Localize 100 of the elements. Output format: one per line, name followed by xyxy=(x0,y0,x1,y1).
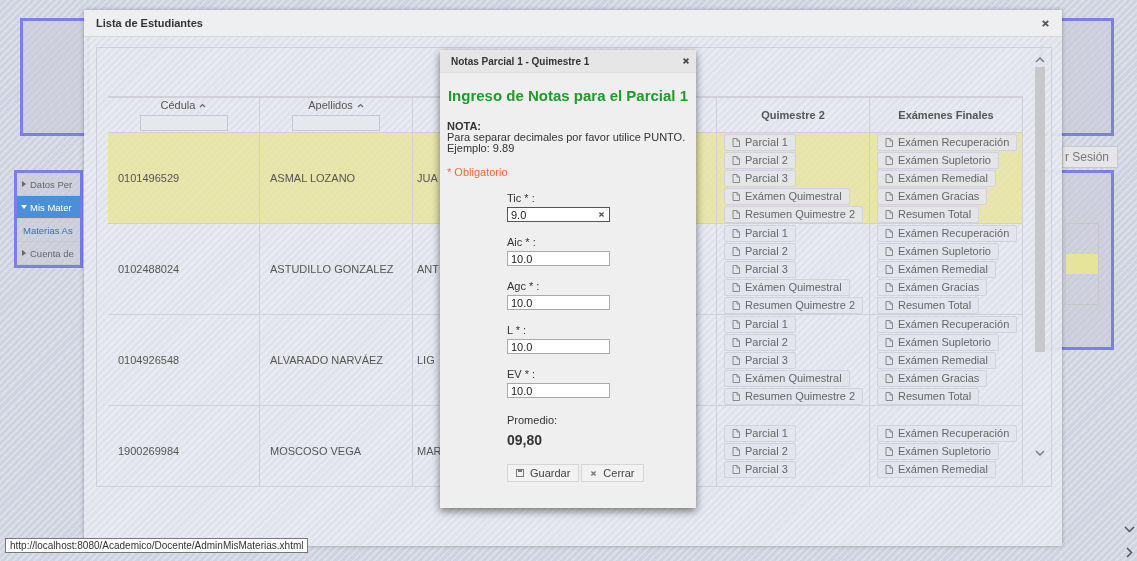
column-header: Exámenes Finales xyxy=(898,109,994,121)
document-icon xyxy=(732,173,740,183)
table-cell: 0101496529 xyxy=(118,172,180,184)
document-icon xyxy=(885,282,893,292)
grade-link-button[interactable]: Parcial 2 xyxy=(724,242,796,260)
grade-link-button[interactable]: Exámen Remedial xyxy=(877,460,996,478)
grade-link-button[interactable]: Exámen Recuperación xyxy=(877,224,1018,242)
sort-icon[interactable] xyxy=(199,102,207,108)
table-cell: ALVARADO NARVÁEZ xyxy=(270,354,384,366)
sort-icon[interactable] xyxy=(356,102,364,108)
sidebar-item[interactable]: Cuenta de xyxy=(17,242,80,265)
grade-link-button[interactable]: Resumen Quimestre 2 xyxy=(724,387,864,405)
grade-link-button[interactable]: Parcial 1 xyxy=(724,224,796,242)
grade-link-button[interactable]: Exámen Supletorio xyxy=(877,242,999,260)
scrollbar-thumb[interactable] xyxy=(1035,67,1045,352)
highlighted-row xyxy=(1066,254,1098,274)
document-icon xyxy=(732,428,740,438)
document-icon xyxy=(885,319,893,329)
logout-button[interactable]: r Sesión xyxy=(1062,146,1119,168)
grade-link-button[interactable]: Exámen Supletorio xyxy=(877,151,999,169)
document-icon xyxy=(885,264,893,274)
grade-link-button[interactable]: Resumen Total xyxy=(877,387,980,405)
table-cell: JUA xyxy=(417,172,438,184)
document-icon xyxy=(732,246,740,256)
grade-link-button[interactable]: Parcial 3 xyxy=(724,460,796,478)
grade-link-button[interactable]: Exámen Quimestral xyxy=(724,187,850,205)
document-icon xyxy=(885,464,893,474)
grade-link-button[interactable]: Exámen Gracias xyxy=(877,278,988,296)
grade-link-button[interactable]: Exámen Remedial xyxy=(877,351,996,369)
document-icon xyxy=(885,373,893,383)
column-header[interactable]: Cédula xyxy=(160,99,207,111)
document-icon xyxy=(732,228,740,238)
grade-link-button[interactable]: Parcial 2 xyxy=(724,151,796,169)
grade-link-button[interactable]: Resumen Quimestre 2 xyxy=(724,296,864,314)
grade-link-button[interactable]: Exámen Supletorio xyxy=(877,333,999,351)
close-button[interactable]: Cerrar xyxy=(581,464,644,482)
document-icon xyxy=(885,137,893,147)
grade-link-button[interactable]: Resumen Quimestre 2 xyxy=(724,205,864,223)
field-label: EV * : xyxy=(507,368,537,380)
scroll-down-icon[interactable] xyxy=(1035,450,1045,457)
filter-field[interactable] xyxy=(292,115,380,131)
grade-link-button[interactable]: Exámen Quimestral xyxy=(724,369,850,387)
grade-input-field[interactable]: 10.0 xyxy=(507,295,610,310)
document-icon xyxy=(885,155,893,165)
grade-link-button[interactable]: Parcial 1 xyxy=(724,424,796,442)
document-icon xyxy=(732,191,740,201)
grade-link-button[interactable]: Parcial 1 xyxy=(724,133,796,151)
grade-link-button[interactable]: Exámen Recuperación xyxy=(877,133,1018,151)
grade-link-button[interactable]: Resumen Total xyxy=(877,296,980,314)
scroll-right-icon[interactable] xyxy=(1126,547,1133,558)
document-icon xyxy=(885,355,893,365)
grade-link-button[interactable]: Exámen Quimestral xyxy=(724,278,850,296)
sidebar-subitem[interactable]: Materias As xyxy=(17,219,80,242)
clear-icon[interactable] xyxy=(598,211,605,218)
grade-link-button[interactable]: Exámen Remedial xyxy=(877,260,996,278)
average-label: Promedio: xyxy=(507,414,559,426)
document-icon xyxy=(732,391,740,401)
note-text: Para separar decimales por favor utilice PUNTO. Ejemplo: 9.89 xyxy=(447,132,687,154)
document-icon xyxy=(885,173,893,183)
grade-link-button[interactable]: Parcial 3 xyxy=(724,351,796,369)
average-value: 09,80 xyxy=(507,432,544,448)
grade-link-button[interactable]: Parcial 2 xyxy=(724,442,796,460)
status-url-tooltip: http://localhost:8080/Academico/Docente/AdminMisMaterias.xhtml xyxy=(5,538,309,553)
table-cell: 1900269984 xyxy=(118,445,180,457)
grade-link-button[interactable]: Parcial 3 xyxy=(724,260,796,278)
grade-input-field[interactable]: 9.0 xyxy=(507,207,610,222)
filter-field[interactable] xyxy=(139,115,228,131)
document-icon xyxy=(885,209,893,219)
field-label: Tic * : xyxy=(507,192,536,204)
table-cell: MOSCOSO VEGA xyxy=(270,445,362,457)
document-icon xyxy=(732,373,740,383)
sidebar-item[interactable]: Mis Mater xyxy=(17,196,80,219)
scroll-down-icon[interactable] xyxy=(1124,526,1135,533)
grade-link-button[interactable]: Exámen Gracias xyxy=(877,187,988,205)
table-cell: MAR xyxy=(417,445,442,457)
grade-link-button[interactable]: Exámen Recuperación xyxy=(877,424,1018,442)
grade-link-button[interactable]: Exámen Supletorio xyxy=(877,442,999,460)
column-header: Quimestre 2 xyxy=(761,109,825,121)
document-icon xyxy=(732,355,740,365)
document-icon xyxy=(885,391,893,401)
form-heading: Ingreso de Notas para el Parcial 1 xyxy=(446,87,690,104)
save-button[interactable]: Guardar xyxy=(507,464,580,482)
grade-link-button[interactable]: Parcial 3 xyxy=(724,169,796,187)
grade-link-button[interactable]: Exámen Gracias xyxy=(877,369,988,387)
dialog-title: Notas Parcial 1 - Quimestre 1 xyxy=(451,55,590,67)
grade-link-button[interactable]: Parcial 1 xyxy=(724,315,796,333)
close-icon[interactable] xyxy=(682,57,690,65)
grade-link-button[interactable]: Resumen Total xyxy=(877,205,980,223)
grade-link-button[interactable]: Exámen Recuperación xyxy=(877,315,1018,333)
grade-input-field[interactable]: 10.0 xyxy=(507,251,610,266)
grade-link-button[interactable]: Exámen Remedial xyxy=(877,169,996,187)
document-icon xyxy=(732,137,740,147)
grade-input-field[interactable]: 10.0 xyxy=(507,383,610,398)
close-icon[interactable] xyxy=(1041,18,1050,28)
table-cell: LIG xyxy=(417,354,435,366)
grade-input-field[interactable]: 10.0 xyxy=(507,339,610,354)
scroll-up-icon[interactable] xyxy=(1035,56,1045,63)
grade-link-button[interactable]: Parcial 2 xyxy=(724,333,796,351)
column-header[interactable]: Apellidos xyxy=(308,99,364,111)
document-icon xyxy=(732,282,740,292)
